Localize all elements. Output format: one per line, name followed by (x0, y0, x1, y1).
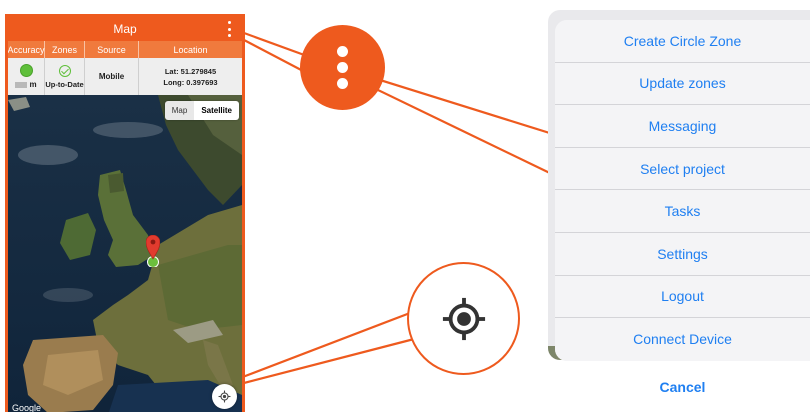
satellite-map[interactable]: Map Satellite Google (8, 95, 242, 412)
green-dot-icon (19, 64, 33, 77)
google-attribution: Google (12, 403, 42, 412)
connector-line-sheet-2 (377, 89, 557, 177)
menu-item-logout[interactable]: Logout (555, 275, 810, 319)
accuracy-value-redacted (15, 81, 28, 88)
menu-item-create-circle-zone[interactable]: Create Circle Zone (555, 20, 810, 63)
menu-item-settings[interactable]: Settings (555, 232, 810, 276)
header-zones: Zones (45, 41, 85, 58)
kebab-vertical-icon (300, 25, 385, 110)
connector-line-locate-1 (239, 311, 411, 380)
phone-map-screen: Map Accuracy Zones Source Location m Up-… (5, 14, 245, 412)
menu-item-update-zones[interactable]: Update zones (555, 62, 810, 106)
zones-status: Up-to-Date (45, 79, 84, 89)
accuracy-unit: m (29, 80, 37, 89)
header-location: Location (173, 44, 208, 55)
cancel-button[interactable]: Cancel (555, 365, 810, 409)
source-value: Mobile (98, 72, 125, 81)
menu-item-messaging[interactable]: Messaging (555, 105, 810, 148)
accuracy-cell: m (8, 58, 45, 95)
menu-item-tasks[interactable]: Tasks (555, 190, 810, 233)
app-header: Map (8, 17, 242, 41)
status-table-row: m Up-to-Date Mobile Lat: 51.279845 Long:… (8, 58, 242, 95)
latitude-value: Lat: 51.279845 (164, 66, 217, 76)
menu-item-connect-device[interactable]: Connect Device (555, 318, 810, 361)
page-title: Map (113, 22, 137, 36)
map-pin-icon[interactable] (146, 235, 160, 267)
header-source: Source (85, 41, 139, 58)
header-accuracy: Accuracy (8, 41, 45, 58)
connector-line-sheet-1 (379, 78, 557, 137)
menu-item-select-project[interactable]: Select project (555, 147, 810, 191)
location-cell: Lat: 51.279845 Long: 0.397693 (139, 58, 242, 95)
my-location-icon (407, 262, 520, 375)
status-table-header: Accuracy Zones Source Location (8, 41, 242, 58)
action-sheet-menu: Create Circle Zone Update zones Messagin… (555, 20, 810, 361)
screenshot-stage: Map Accuracy Zones Source Location m Up-… (0, 0, 810, 412)
satellite-imagery (8, 95, 242, 412)
map-type-map-button[interactable]: Map (164, 101, 195, 120)
map-type-toggle: Map Satellite (164, 101, 239, 120)
my-location-button[interactable] (212, 384, 237, 409)
check-circle-icon (58, 64, 71, 77)
my-location-icon (218, 390, 231, 403)
longitude-value: Long: 0.397693 (163, 77, 218, 87)
map-type-satellite-button[interactable]: Satellite (194, 101, 239, 120)
kebab-vertical-icon[interactable] (226, 21, 232, 37)
source-cell: Mobile (85, 58, 139, 95)
zones-cell: Up-to-Date (45, 58, 85, 95)
